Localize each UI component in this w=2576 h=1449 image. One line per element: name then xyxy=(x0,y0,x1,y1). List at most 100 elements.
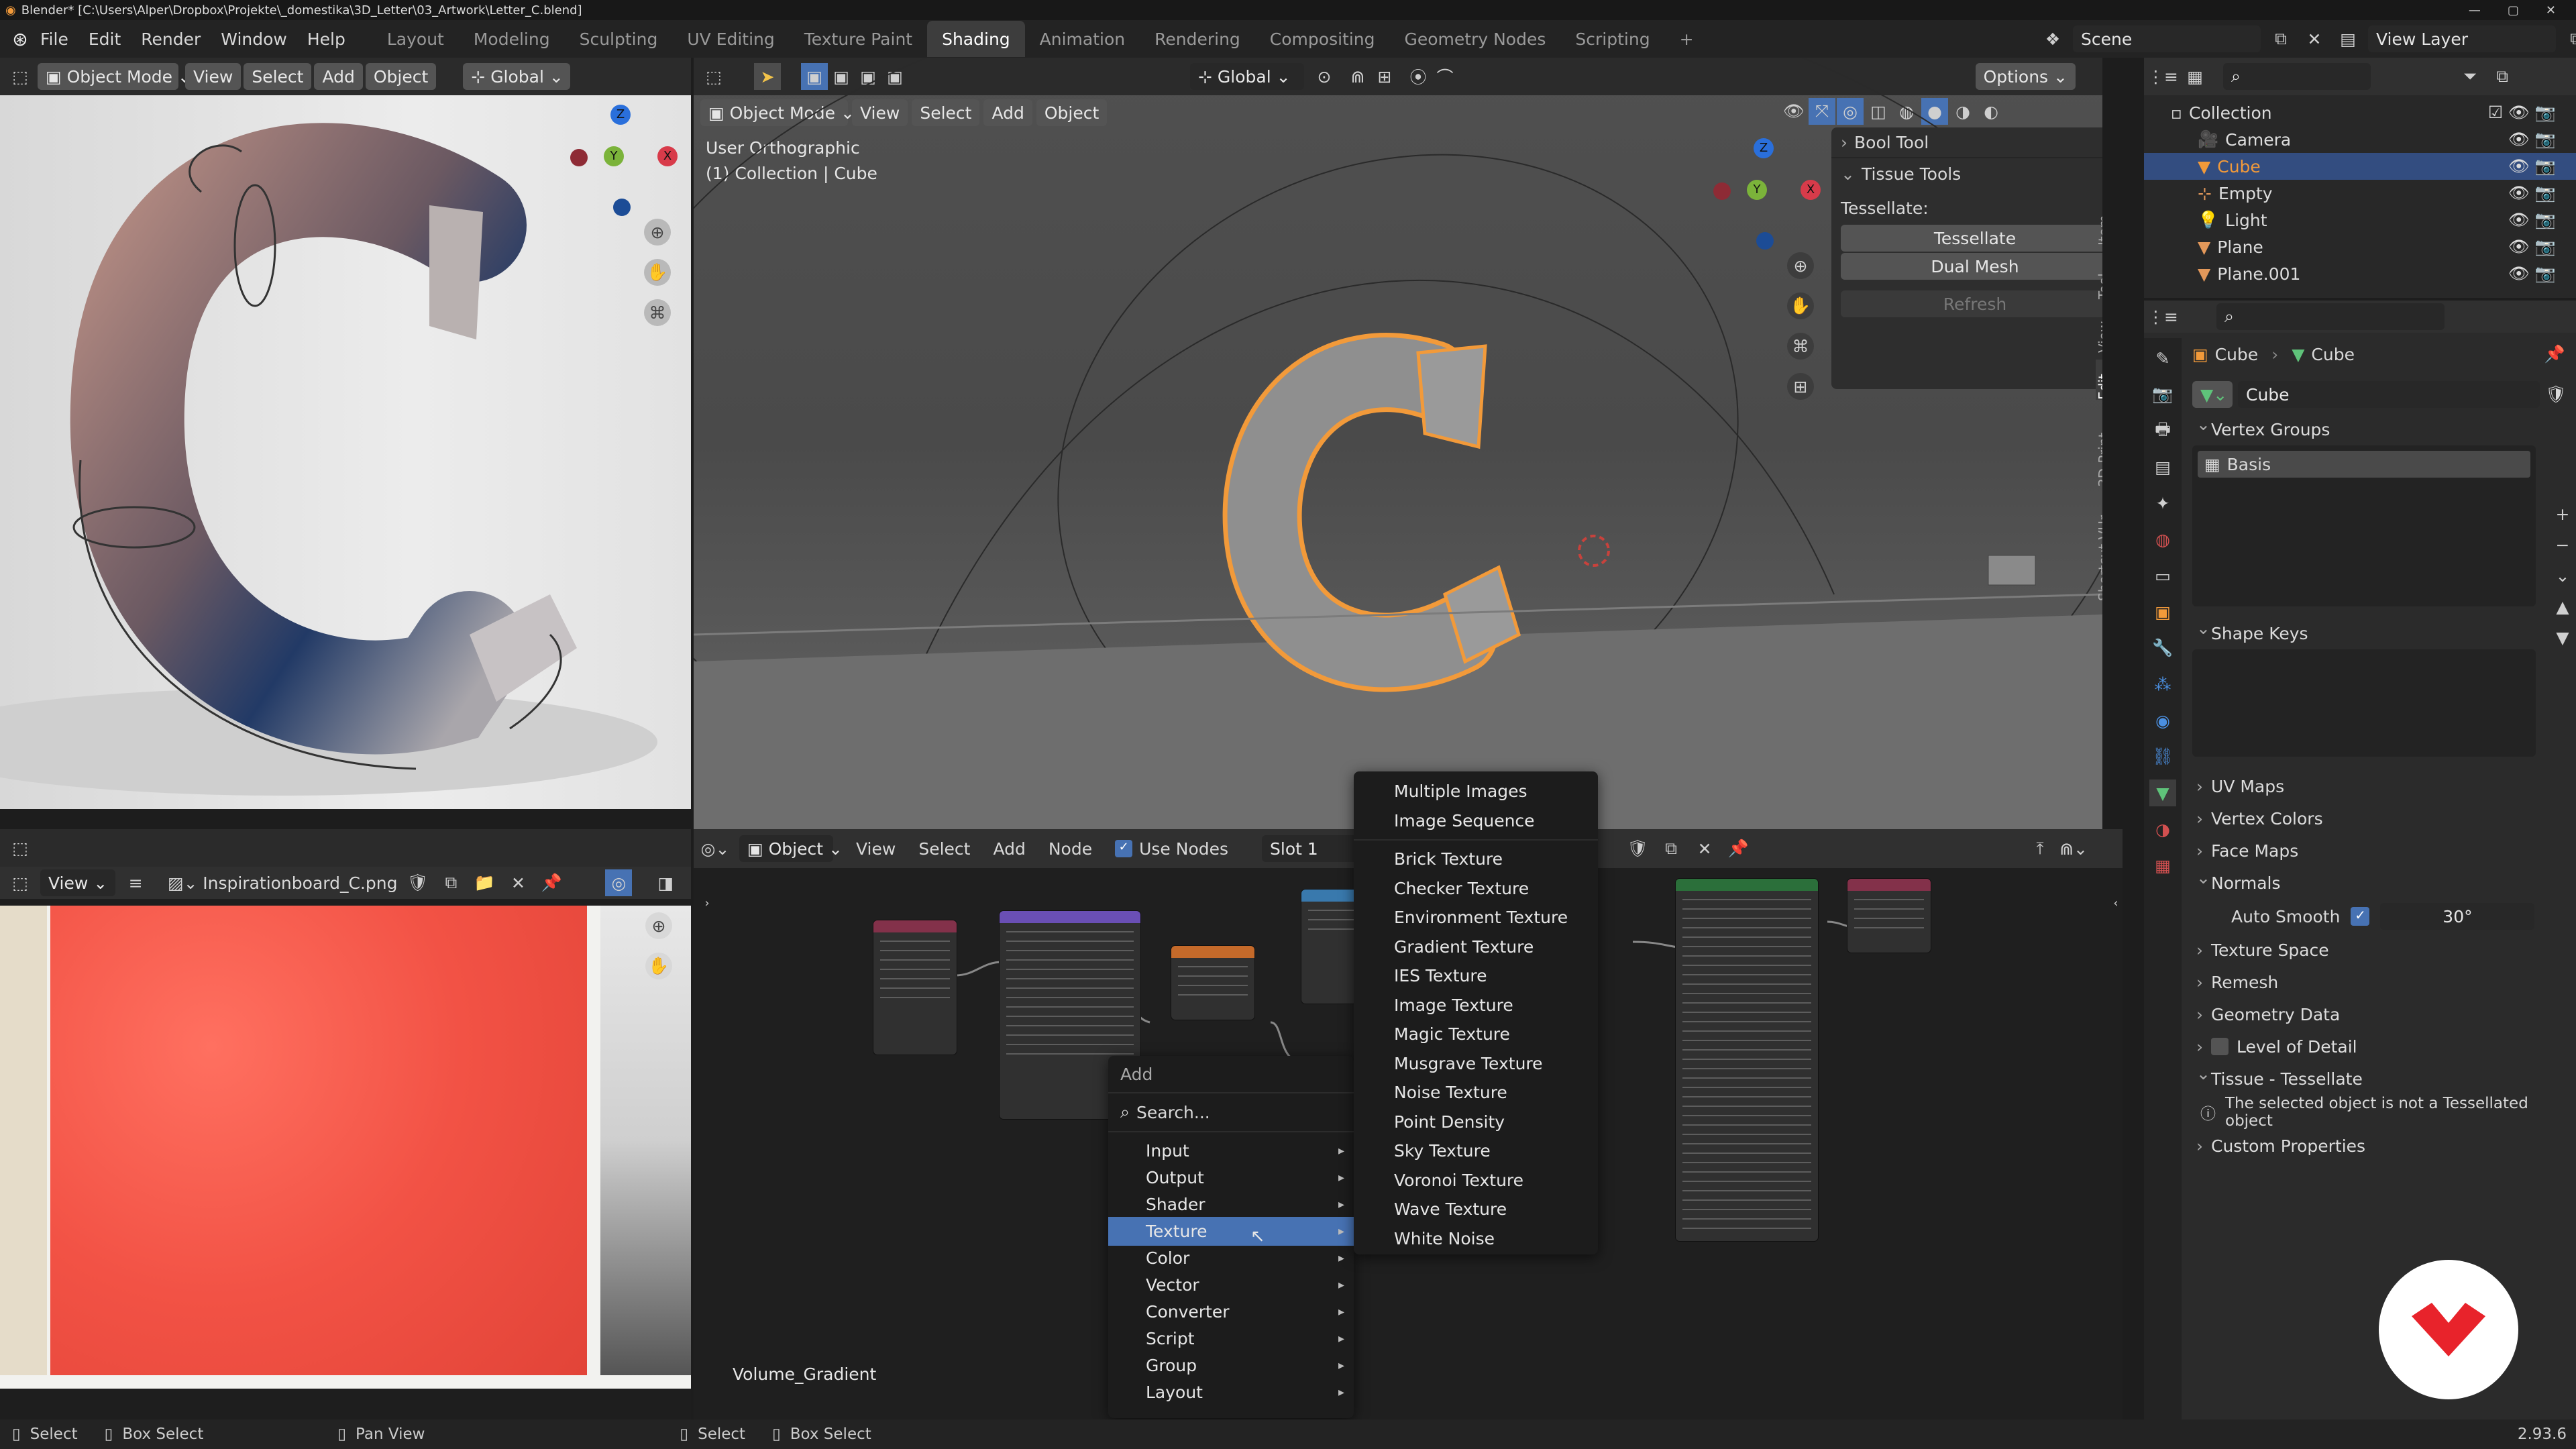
gizmo-neg-x[interactable] xyxy=(570,149,588,166)
tab-view[interactable]: View xyxy=(2096,306,2102,353)
visibility-icon[interactable]: 👁 📷 xyxy=(2508,264,2556,284)
fake-user-icon[interactable]: 🛡 xyxy=(2545,384,2567,405)
principled-bsdf-node[interactable] xyxy=(1676,879,1818,1241)
tab-compositing[interactable]: Compositing xyxy=(1255,21,1390,57)
outliner-row-selected[interactable]: ▼ Cube 👁 📷 xyxy=(2144,153,2576,180)
main-viewport[interactable]: ⬚ ➤ ▣ ▣ ▣ ▣ ⊹ Global ⌄ ⊙ ⋒ ⊞ ⦿ ⌒ Options… xyxy=(694,58,2102,829)
tab-edit[interactable]: Edit xyxy=(2096,360,2102,400)
lod-checkbox[interactable] xyxy=(2211,1038,2229,1055)
outliner-row[interactable]: ▼ Plane.001 👁 📷 xyxy=(2144,260,2576,287)
menu-file[interactable]: File xyxy=(40,30,68,49)
add-menu[interactable]: Add xyxy=(993,839,1025,859)
menu-item-shader[interactable]: Shader ▸ xyxy=(1108,1190,1354,1219)
submenu-item-sky-texture[interactable]: Sky Texture xyxy=(1354,1136,1598,1166)
submenu-item-white-noise[interactable]: White Noise xyxy=(1354,1224,1598,1254)
object-type-select[interactable]: ▣ Object ⌄ xyxy=(739,835,843,862)
texture-tab-icon[interactable]: ▦ xyxy=(2149,852,2176,879)
nav-gizmo[interactable]: Z Y X xyxy=(564,105,684,225)
add-vertex-group-icon[interactable]: + xyxy=(2549,500,2576,527)
submenu-item-noise-texture[interactable]: Noise Texture xyxy=(1354,1078,1598,1108)
collection-tab-icon[interactable]: ▭ xyxy=(2149,562,2176,589)
tab-shortcut-vur[interactable]: Shortcut VUr xyxy=(2096,494,2102,601)
duplicate-icon[interactable]: ⧉ xyxy=(437,869,464,896)
menu-item-vector[interactable]: Vector ▸ xyxy=(1108,1271,1354,1299)
submenu-item-environment-texture[interactable]: Environment Texture xyxy=(1354,903,1598,932)
particles-tab-icon[interactable]: ⁂ xyxy=(2149,671,2176,698)
texture-coordinate-node[interactable] xyxy=(873,920,957,1055)
normals-panel[interactable]: Normals xyxy=(2184,867,2576,899)
view-menu[interactable]: View ⌄ xyxy=(40,869,116,896)
unlink-material-icon[interactable]: ✕ xyxy=(1691,835,1718,862)
blender-logo-icon[interactable]: ⊛ xyxy=(0,25,40,52)
move-up-icon[interactable]: ▲ xyxy=(2549,593,2576,620)
dual-mesh-button[interactable]: Dual Mesh xyxy=(1841,253,2102,280)
editor-type-icon[interactable]: ⬚ xyxy=(7,835,34,861)
scene-icon[interactable]: ❖ xyxy=(2039,25,2066,52)
gizmo-y[interactable]: Y xyxy=(1747,180,1767,200)
visibility-icon[interactable]: 👁 📷 xyxy=(2508,210,2556,230)
view-menu[interactable]: View xyxy=(856,839,896,859)
menu-help[interactable]: Help xyxy=(307,30,345,49)
auto-smooth-angle[interactable]: 30° xyxy=(2380,903,2535,930)
gizmo-neg-z[interactable] xyxy=(1756,232,1774,250)
tab-texture-paint[interactable]: Texture Paint xyxy=(790,21,927,57)
material-output-node[interactable] xyxy=(1847,879,1931,953)
gizmo-z[interactable]: Z xyxy=(610,105,631,125)
level-of-detail-panel[interactable]: Level of Detail xyxy=(2184,1030,2576,1063)
submenu-item-checker-texture[interactable]: Checker Texture xyxy=(1354,874,1598,904)
menu-item-layout[interactable]: Layout ▸ xyxy=(1108,1378,1354,1407)
gradient-texture-node[interactable] xyxy=(1171,946,1254,1020)
submenu-item-multiple-images[interactable]: Multiple Images xyxy=(1354,777,1598,806)
shape-keys-panel[interactable]: Shape Keys xyxy=(2184,617,2576,649)
visibility-icon[interactable]: 👁 📷 xyxy=(2508,156,2556,176)
display-mode-icon[interactable]: ▦ xyxy=(2182,63,2208,90)
image-canvas[interactable]: ⊕ ✋ xyxy=(0,906,691,1389)
submenu-item-gradient-texture[interactable]: Gradient Texture xyxy=(1354,932,1598,962)
properties-search[interactable]: ⌕ xyxy=(2216,303,2445,330)
tab-sculpting[interactable]: Sculpting xyxy=(565,21,673,57)
new-collection-icon[interactable]: ⧉ xyxy=(2489,63,2516,90)
render-tab-icon[interactable]: 📷 xyxy=(2149,381,2176,408)
checkbox-icon[interactable]: ☑ 👁 📷 xyxy=(2488,103,2556,123)
delete-scene-icon[interactable]: ✕ xyxy=(2301,25,2328,52)
add-workspace-icon[interactable]: + xyxy=(1665,21,1709,57)
modifier-tab-icon[interactable]: 🔧 xyxy=(2149,635,2176,661)
image-editor-icon[interactable]: ⬚ xyxy=(7,869,34,896)
tessellate-button[interactable]: Tessellate xyxy=(1841,225,2102,252)
select-menu[interactable]: Select xyxy=(918,839,970,859)
submenu-item-voronoi-texture[interactable]: Voronoi Texture xyxy=(1354,1166,1598,1195)
gizmo-neg-x[interactable] xyxy=(1713,182,1731,200)
ortho-toggle-icon[interactable]: ⊞ xyxy=(1787,373,1814,400)
texture-space-panel[interactable]: Texture Space xyxy=(2184,934,2576,966)
tab-geometry-nodes[interactable]: Geometry Nodes xyxy=(1390,21,1561,57)
refresh-button[interactable]: ⟳Refresh xyxy=(1841,290,2102,317)
menu-item-converter[interactable]: Converter ▸ xyxy=(1108,1297,1354,1326)
tab-scripting[interactable]: Scripting xyxy=(1560,21,1664,57)
display-channels-icon[interactable]: ◨ xyxy=(652,869,679,896)
minimize-icon[interactable]: — xyxy=(2469,3,2481,17)
editor-type-icon[interactable]: ⋮≡ xyxy=(2147,63,2178,90)
view-layer-icon[interactable]: ▤ xyxy=(2334,25,2361,52)
pan-hand-icon[interactable]: ✋ xyxy=(644,259,671,286)
view-layer-tab-icon[interactable]: ▤ xyxy=(2149,453,2176,480)
data-tab-icon[interactable]: ▼ xyxy=(2149,780,2176,806)
close-icon[interactable]: ✕ xyxy=(2546,3,2556,17)
vertex-colors-panel[interactable]: Vertex Colors xyxy=(2184,802,2576,835)
output-tab-icon[interactable]: 🖶 xyxy=(2149,417,2176,444)
sidebar-toggle-right-icon[interactable]: ‹ xyxy=(2102,890,2129,916)
auto-smooth-checkbox[interactable]: ✓ xyxy=(2351,907,2370,926)
menu-item-output[interactable]: Output ▸ xyxy=(1108,1163,1354,1192)
filter-icon[interactable]: ⏷ xyxy=(2457,63,2483,90)
visibility-icon[interactable]: 👁 📷 xyxy=(2508,237,2556,257)
camera-view-icon[interactable]: ⌘ xyxy=(644,299,671,326)
uv-maps-panel[interactable]: UV Maps xyxy=(2184,770,2576,802)
tool-tab-icon[interactable]: ✎ xyxy=(2149,345,2176,372)
visibility-icon[interactable]: 👁 📷 xyxy=(2508,183,2556,203)
mesh-name-field[interactable]: Cube xyxy=(2238,381,2540,408)
snap-icon[interactable]: ⋒⌄ xyxy=(2059,835,2088,862)
pan-hand-icon[interactable]: ✋ xyxy=(1787,292,1814,319)
outliner-search[interactable]: ⌕ xyxy=(2223,63,2371,90)
add-menu-search[interactable]: ⌕ Search... xyxy=(1108,1093,1354,1132)
face-maps-panel[interactable]: Face Maps xyxy=(2184,835,2576,867)
outliner-row[interactable]: ⊹ Empty 👁 📷 xyxy=(2144,180,2576,207)
